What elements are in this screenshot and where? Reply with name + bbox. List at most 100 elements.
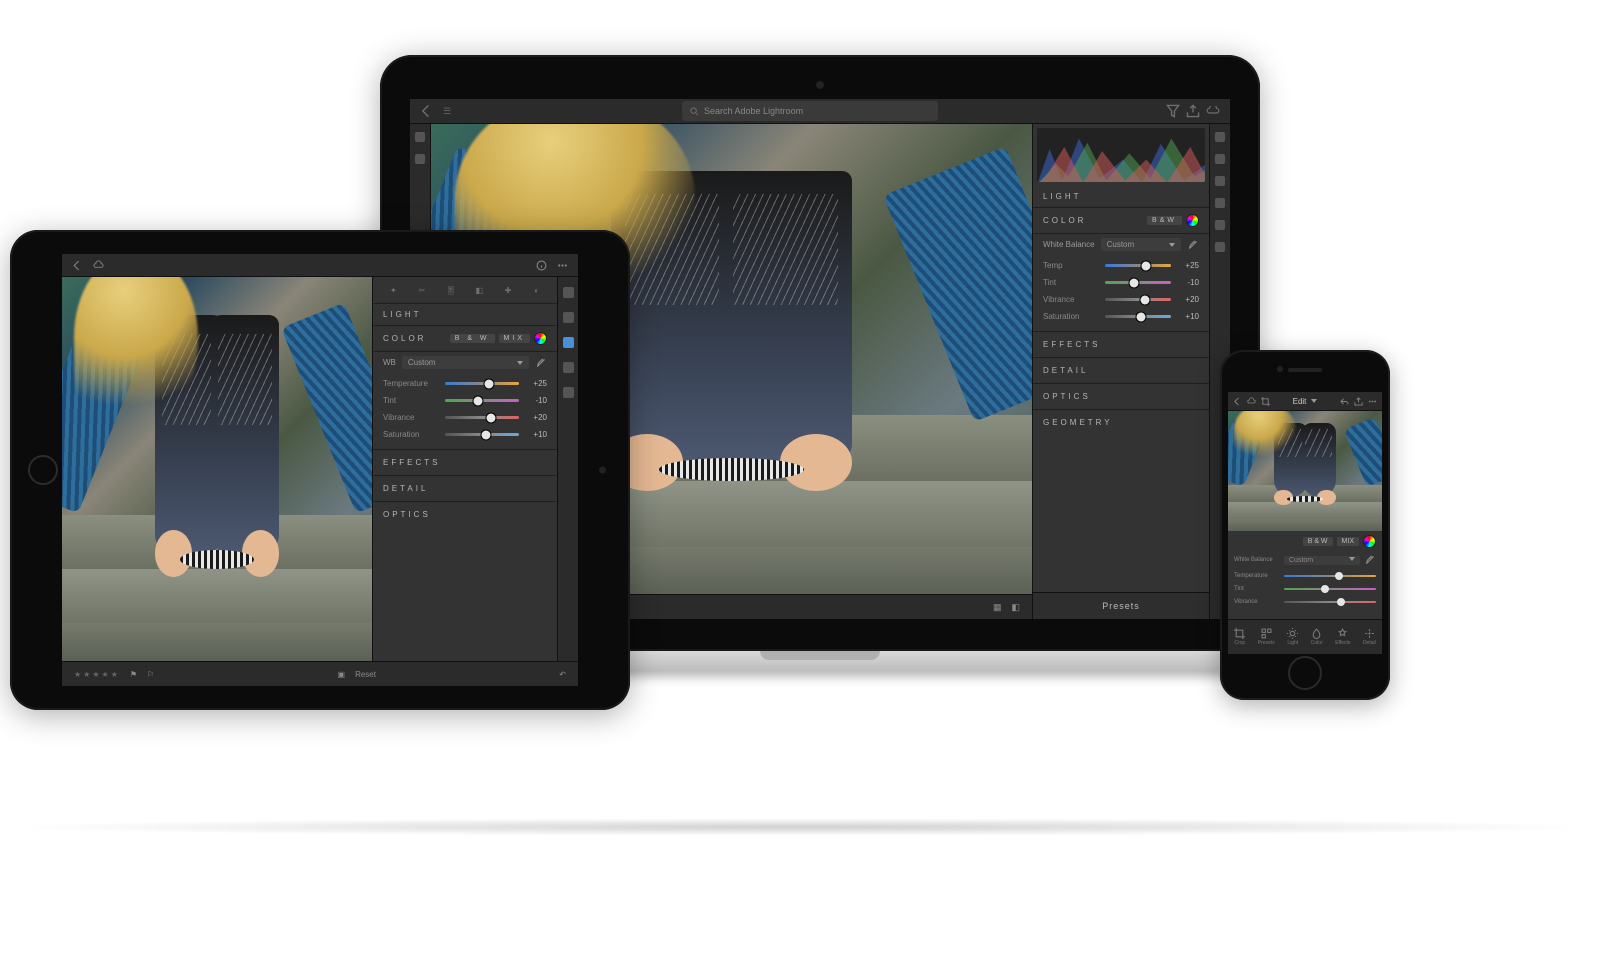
gradient-tool-icon[interactable] xyxy=(1215,220,1225,230)
rail-add-icon[interactable] xyxy=(415,154,425,164)
heal-icon[interactable]: ✚ xyxy=(501,283,515,297)
filter-icon[interactable] xyxy=(1166,104,1180,118)
mix-toggle[interactable]: MIX xyxy=(1337,537,1359,546)
tool-effects[interactable]: Effects xyxy=(1335,628,1350,646)
compare-icon[interactable]: ◧ xyxy=(1011,602,1020,613)
tool-detail[interactable]: Detail xyxy=(1363,628,1376,646)
histogram[interactable] xyxy=(1037,128,1205,182)
vibrance-slider[interactable] xyxy=(1284,598,1376,605)
wb-select[interactable]: Custom xyxy=(402,356,529,369)
temp-slider[interactable] xyxy=(1284,572,1376,579)
edit-rail-icon[interactable] xyxy=(563,337,574,348)
crop-tool-icon[interactable] xyxy=(1215,154,1225,164)
vibrance-slider[interactable] xyxy=(445,414,519,422)
undo-icon[interactable]: ↶ xyxy=(559,670,566,679)
section-optics[interactable]: OPTICS xyxy=(373,501,557,527)
menu-icon[interactable]: ☰ xyxy=(440,104,454,118)
back-icon[interactable] xyxy=(420,104,434,118)
section-color[interactable]: COLOR B & W MIX xyxy=(373,326,557,352)
chevron-down-icon[interactable] xyxy=(1311,399,1317,403)
flag-reject-icon[interactable]: ⚐ xyxy=(147,670,154,679)
tint-slider[interactable] xyxy=(1105,279,1171,287)
mask-icon[interactable]: ◐ xyxy=(530,283,544,297)
cloud-icon[interactable] xyxy=(1206,104,1220,118)
more-icon[interactable] xyxy=(557,260,568,271)
color-mixer-icon[interactable] xyxy=(1363,535,1376,548)
temp-slider-row: Temp +25 xyxy=(1043,261,1199,270)
keywords-rail-icon[interactable] xyxy=(563,312,574,323)
bw-toggle[interactable]: B & W xyxy=(450,334,495,343)
heal-tool-icon[interactable] xyxy=(1215,176,1225,186)
info-rail-icon[interactable] xyxy=(563,287,574,298)
section-light[interactable]: LIGHT xyxy=(1033,186,1209,208)
grid-icon[interactable]: ▦ xyxy=(993,602,1002,613)
phone-home-button[interactable] xyxy=(1288,656,1322,690)
device-showcase: ☰ Search Adobe Lightroom xyxy=(0,0,1600,956)
undo-icon[interactable] xyxy=(1340,397,1349,406)
cloud-icon[interactable] xyxy=(1247,397,1256,406)
crop-icon[interactable] xyxy=(1261,397,1270,406)
tint-slider[interactable] xyxy=(1284,585,1376,592)
section-detail[interactable]: DETAIL xyxy=(1033,357,1209,383)
section-effects[interactable]: EFFECTS xyxy=(373,449,557,475)
surface-shadow xyxy=(0,818,1600,836)
section-optics[interactable]: OPTICS xyxy=(1033,383,1209,409)
vibrance-slider[interactable] xyxy=(1105,296,1171,304)
eyedropper-icon[interactable] xyxy=(535,357,547,369)
radial-tool-icon[interactable] xyxy=(1215,242,1225,252)
phone-photo[interactable] xyxy=(1228,411,1382,531)
activity-rail-icon[interactable] xyxy=(563,387,574,398)
saturation-slider[interactable] xyxy=(1105,313,1171,321)
info-icon[interactable] xyxy=(536,260,547,271)
versions-rail-icon[interactable] xyxy=(563,362,574,373)
temp-slider[interactable] xyxy=(445,380,519,388)
share-icon[interactable] xyxy=(1354,397,1363,406)
saturation-slider[interactable] xyxy=(445,431,519,439)
color-mixer-icon[interactable] xyxy=(534,332,547,345)
color-mixer-icon[interactable] xyxy=(1186,214,1199,227)
crop-icon[interactable]: ✂ xyxy=(415,283,429,297)
wb-select[interactable]: Custom xyxy=(1101,238,1181,251)
back-icon[interactable] xyxy=(72,260,83,271)
presets-button[interactable]: Presets xyxy=(1033,592,1209,619)
tablet-edit-panel: ✦ ✂ 🎚 ◧ ✚ ◐ LIGHT COLOR B & W MIX xyxy=(372,277,557,661)
brush-tool-icon[interactable] xyxy=(1215,198,1225,208)
back-icon[interactable] xyxy=(1233,397,1242,406)
flag-pick-icon[interactable]: ⚑ xyxy=(130,670,137,679)
tablet-photo[interactable] xyxy=(62,277,372,661)
auto-icon[interactable]: ✦ xyxy=(386,283,400,297)
tint-slider[interactable] xyxy=(445,397,519,405)
original-toggle-icon[interactable]: ▣ xyxy=(338,670,346,679)
laptop-edit-panel: LIGHT COLOR B&W White Balance xyxy=(1032,124,1209,619)
edit-tool-icon[interactable] xyxy=(1215,132,1225,142)
tint-slider-row: Tint -10 xyxy=(1043,278,1199,287)
rail-library-icon[interactable] xyxy=(415,132,425,142)
section-geometry[interactable]: GEOMETRY xyxy=(1033,409,1209,435)
reset-button[interactable]: Reset xyxy=(355,670,376,679)
bw-toggle[interactable]: B & W xyxy=(1303,537,1333,546)
adjust-icon[interactable]: 🎚 xyxy=(444,283,458,297)
wb-select[interactable]: Custom xyxy=(1284,556,1360,565)
vibrance-slider-row: Vibrance +20 xyxy=(1043,295,1199,304)
mix-toggle[interactable]: MIX xyxy=(499,334,530,343)
share-icon[interactable] xyxy=(1186,104,1200,118)
eyedropper-icon[interactable] xyxy=(1187,239,1199,251)
more-icon[interactable] xyxy=(1368,397,1377,406)
temp-slider[interactable] xyxy=(1105,262,1171,270)
cloud-icon[interactable] xyxy=(93,260,104,271)
eyedropper-icon[interactable] xyxy=(1364,554,1376,566)
tablet-home-button[interactable] xyxy=(28,455,58,485)
tool-color[interactable]: Color xyxy=(1311,628,1323,646)
tool-crop[interactable]: Crop xyxy=(1234,628,1245,646)
tool-presets[interactable]: Presets xyxy=(1258,628,1275,646)
rating-stars[interactable]: ★★★★★ xyxy=(74,670,120,679)
section-light[interactable]: LIGHT xyxy=(373,304,557,326)
profile-icon[interactable]: ◧ xyxy=(472,283,486,297)
phone-toolbar: Crop Presets Light Color Effects Detail xyxy=(1228,619,1382,654)
section-effects[interactable]: EFFECTS xyxy=(1033,331,1209,357)
section-detail[interactable]: DETAIL xyxy=(373,475,557,501)
section-color[interactable]: COLOR B&W xyxy=(1033,208,1209,234)
bw-toggle[interactable]: B&W xyxy=(1147,216,1182,225)
search-input[interactable]: Search Adobe Lightroom xyxy=(682,101,938,121)
tool-light[interactable]: Light xyxy=(1287,628,1298,646)
